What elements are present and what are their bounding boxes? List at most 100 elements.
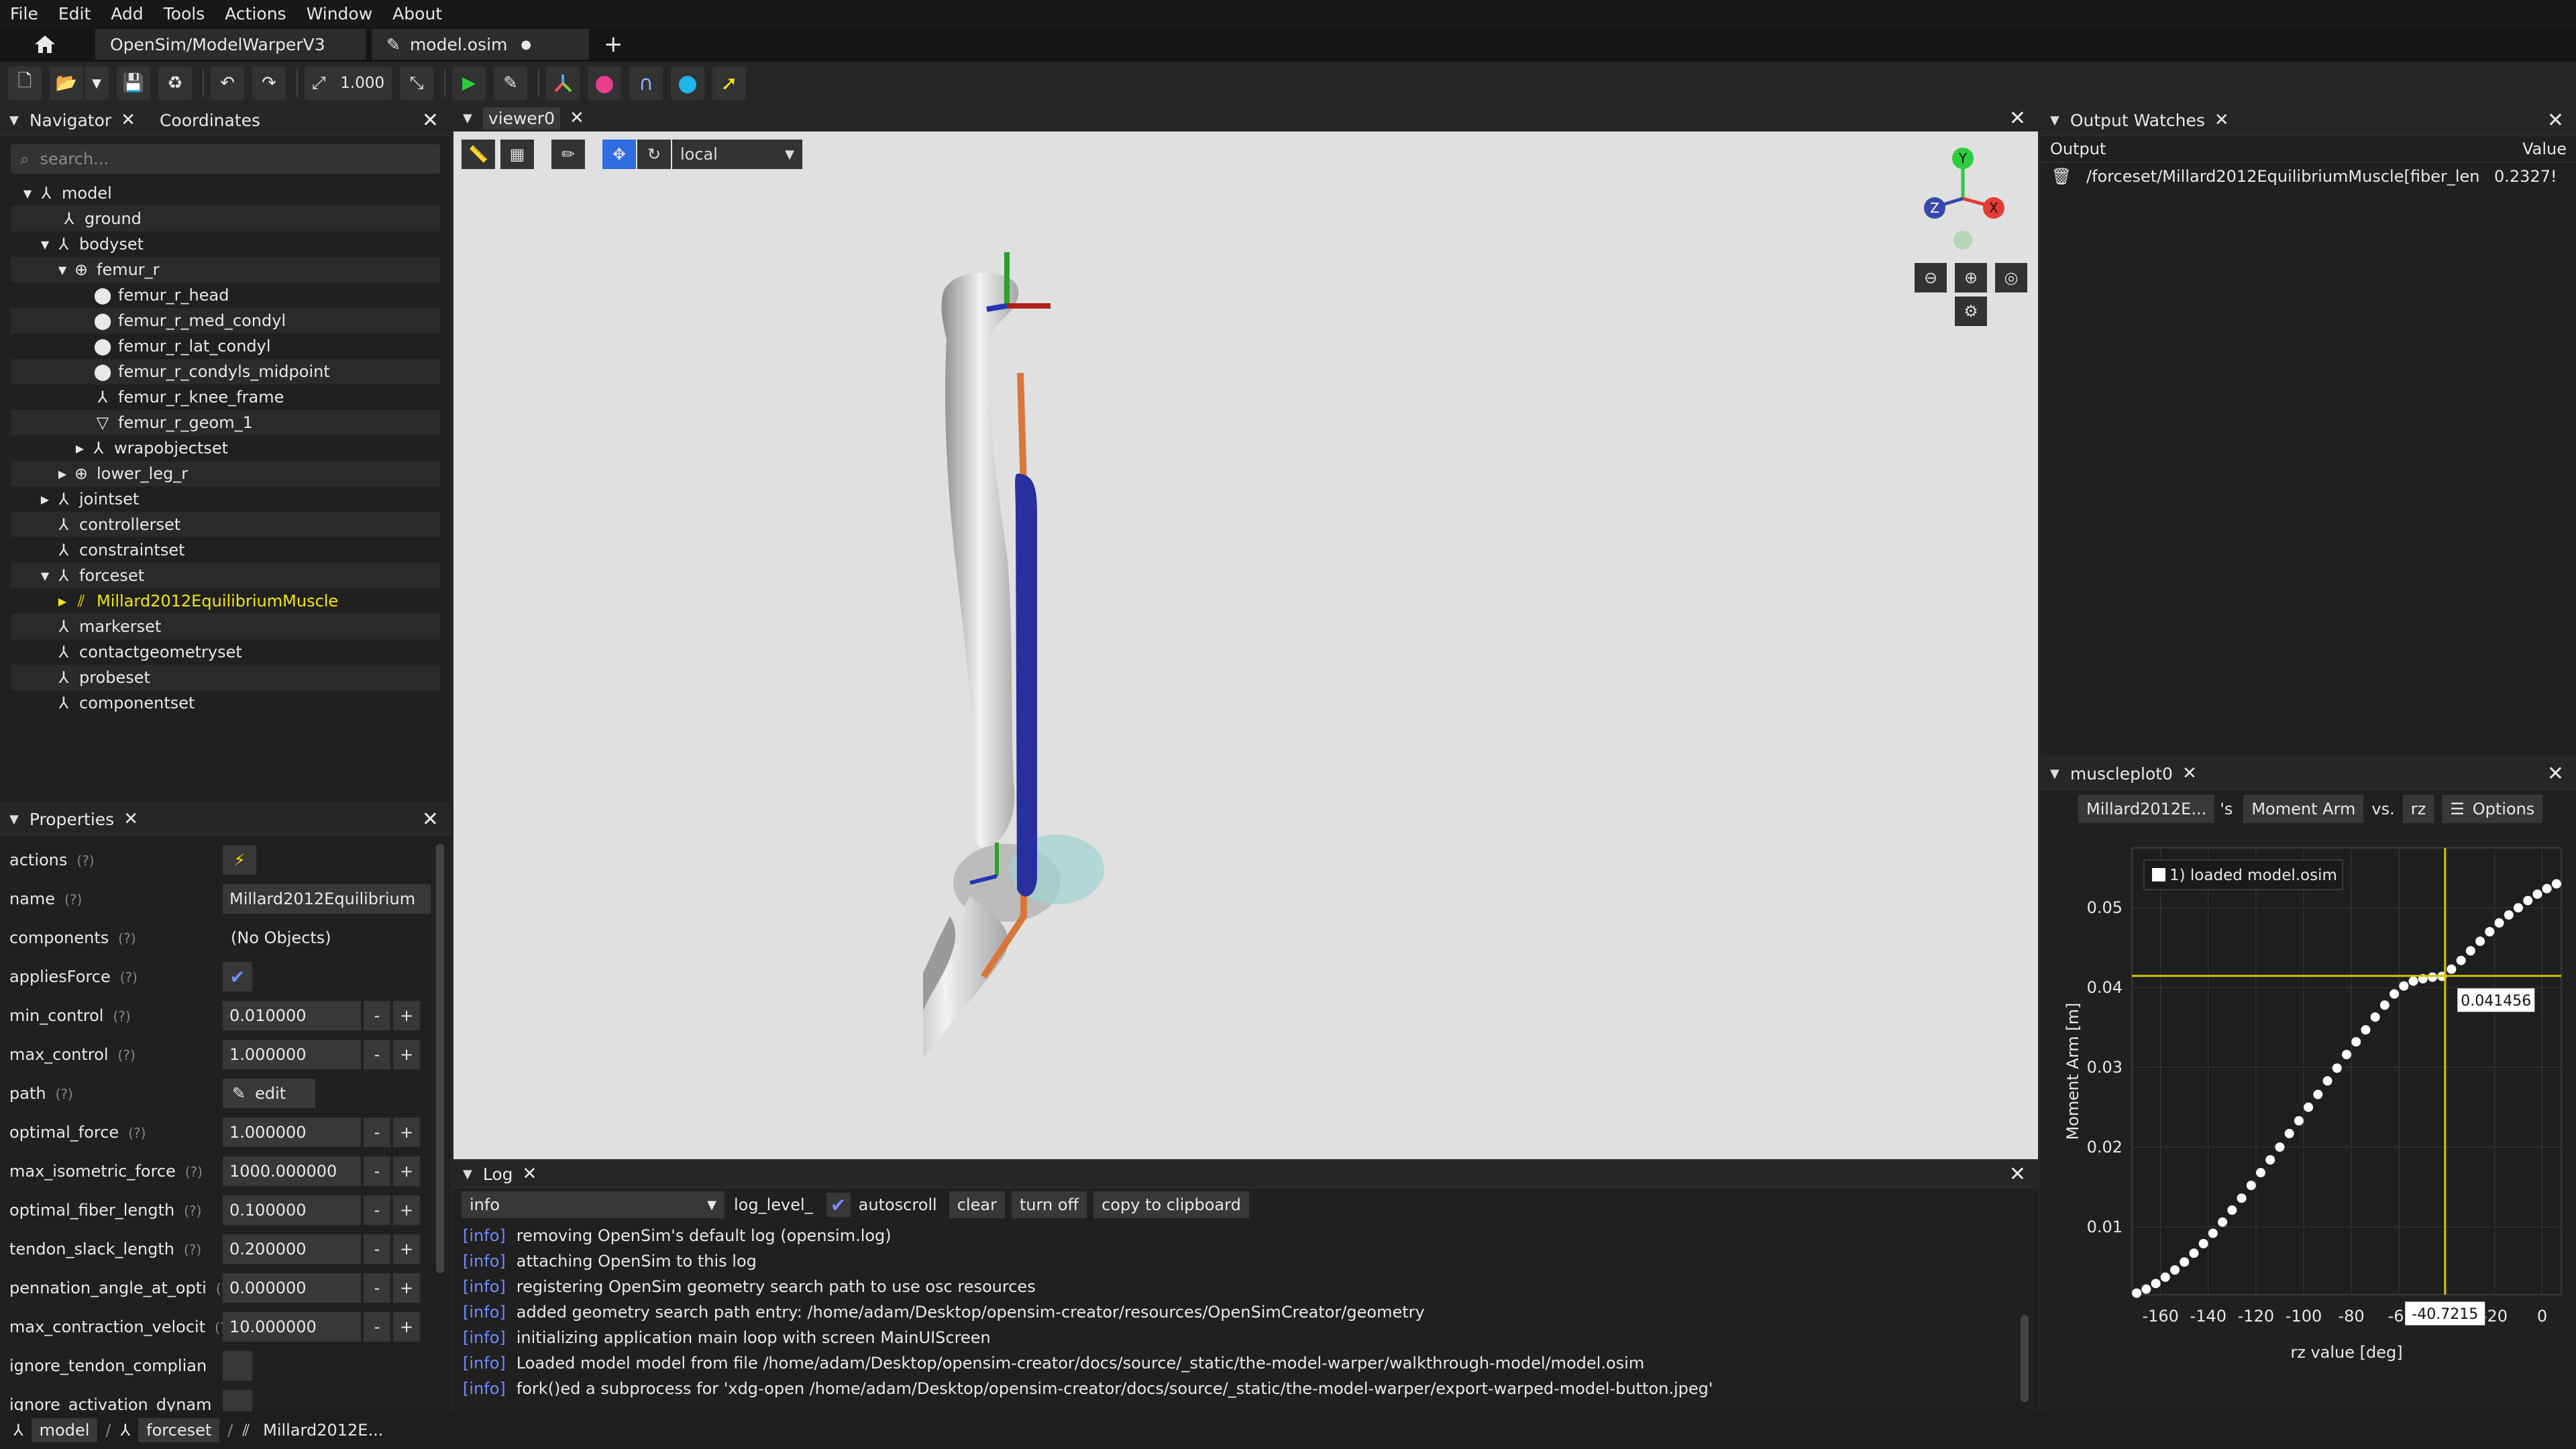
chevron-down-icon[interactable]: ▼ [38, 570, 52, 582]
menu-window[interactable]: Window [297, 4, 383, 23]
tree-item-markerset[interactable]: ⅄ markerset [11, 614, 440, 639]
chevron-down-icon[interactable]: ▼ [55, 264, 70, 276]
close-icon[interactable]: ✕ [2182, 763, 2197, 784]
increment-button[interactable]: + [393, 1040, 420, 1069]
navigator-search-input[interactable]: ⌕ search... [11, 144, 440, 174]
help-marker[interactable]: (?) [118, 930, 136, 947]
output-selector[interactable]: Moment Arm [2243, 795, 2364, 823]
show-wrap-button[interactable]: ∩ [629, 66, 663, 100]
max-contraction-velocity-input[interactable]: 10.000000 [223, 1312, 361, 1342]
help-marker[interactable]: (?) [120, 969, 138, 985]
chevron-right-icon[interactable]: ▶ [55, 468, 70, 480]
log-level-select[interactable]: info ▼ [462, 1191, 724, 1218]
home-tab[interactable] [0, 29, 90, 60]
rotate-gizmo-button[interactable]: ↻ [637, 140, 671, 169]
translate-gizmo-button[interactable]: ✥ [602, 140, 636, 169]
optimal-force-input[interactable]: 1.000000 [223, 1118, 361, 1147]
show-frames-button[interactable] [546, 66, 580, 100]
undo-button[interactable]: ↶ [211, 66, 244, 100]
close-panel-icon[interactable]: ✕ [2547, 109, 2564, 132]
breadcrumb-forceset[interactable]: forceset [138, 1418, 220, 1442]
breadcrumb-model[interactable]: model [31, 1418, 98, 1442]
chevron-right-icon[interactable]: ▶ [72, 442, 87, 455]
trash-icon[interactable]: 🗑 [2050, 167, 2073, 186]
save-button[interactable]: 💾 [117, 66, 150, 100]
copy-log-button[interactable]: copy to clipboard [1093, 1191, 1249, 1218]
chevron-right-icon[interactable]: ▶ [38, 493, 52, 506]
help-marker[interactable]: (?) [215, 1320, 223, 1336]
tab-coordinates[interactable]: Coordinates [160, 111, 260, 130]
close-icon[interactable]: ✕ [123, 809, 138, 829]
properties-scrollbar[interactable] [436, 844, 444, 1273]
decrement-button[interactable]: - [364, 1118, 390, 1147]
pennation-angle-input[interactable]: 0.000000 [223, 1273, 361, 1303]
redo-button[interactable]: ↷ [252, 66, 286, 100]
tree-item-millard-muscle[interactable]: ▶ ⫽ Millard2012EquilibriumMuscle [11, 588, 440, 614]
collapse-triangle-icon[interactable]: ▼ [2050, 113, 2059, 127]
help-marker[interactable]: (?) [128, 1125, 146, 1141]
tendon-slack-length-input[interactable]: 0.200000 [223, 1234, 361, 1264]
increment-button[interactable]: + [393, 1312, 420, 1342]
frame-mode-select[interactable]: local ▼ [672, 140, 802, 169]
close-icon[interactable]: ✕ [121, 110, 136, 130]
help-marker[interactable]: (?) [56, 1086, 73, 1102]
close-icon[interactable]: ✕ [2214, 110, 2229, 130]
decrement-button[interactable]: - [364, 1195, 390, 1225]
increment-button[interactable]: + [393, 1001, 420, 1030]
collapse-triangle-icon[interactable]: ▼ [2050, 767, 2059, 781]
edit-scene-button[interactable]: ✏ [551, 140, 585, 169]
tree-item-femur-r-head[interactable]: ⬤ femur_r_head [11, 282, 440, 308]
show-forces-button[interactable]: ➚ [712, 66, 746, 100]
increment-button[interactable]: + [393, 1195, 420, 1225]
help-marker[interactable]: (?) [113, 1008, 130, 1024]
close-panel-icon[interactable]: ✕ [2009, 1163, 2026, 1186]
autoscroll-checkbox[interactable]: ✔ [826, 1193, 851, 1217]
help-marker[interactable]: (?) [76, 853, 94, 869]
tree-item-wrapobjectset[interactable]: ▶ ⅄ wrapobjectset [11, 435, 440, 461]
tree-item-femur-r[interactable]: ▼ ⊕ femur_r [11, 257, 440, 282]
autoscale-button[interactable]: ⤡ [400, 66, 433, 100]
help-marker[interactable]: (?) [184, 1242, 201, 1258]
camera-settings-button[interactable]: ⚙ [1955, 297, 1987, 326]
tab-properties[interactable]: Properties [30, 810, 114, 829]
ignore-activation-dynamics-checkbox[interactable] [223, 1390, 252, 1411]
collapse-triangle-icon[interactable]: ▼ [9, 812, 19, 826]
zoom-in-button[interactable]: ⊕ [1955, 263, 1987, 292]
scale-factor-control[interactable]: ⤢ 1.000 [305, 66, 392, 100]
tab-modelwarper[interactable]: OpenSim/ModelWarperV3 [95, 29, 366, 60]
tab-model-osim[interactable]: ✎ model.osim ● [372, 29, 589, 60]
open-recent-dropdown[interactable]: ▼ [85, 66, 109, 100]
edit-path-button[interactable]: ✎ edit [223, 1079, 315, 1108]
actions-button[interactable]: ⚡ [223, 845, 256, 875]
close-panel-icon[interactable]: ✕ [2009, 107, 2026, 130]
tree-item-femur-r-geom-1[interactable]: ▽ femur_r_geom_1 [11, 410, 440, 435]
help-marker[interactable]: (?) [64, 892, 82, 908]
3d-viewport[interactable]: 📏 ▦ ✏ ✥ ↻ local ▼ Y X Z ⊖ ⊕ ◎ ⚙ [453, 131, 2038, 1159]
close-icon[interactable]: ✕ [570, 108, 584, 128]
tree-item-contactgeometryset[interactable]: ⅄ contactgeometryset [11, 639, 440, 665]
tree-item-ground[interactable]: ⅄ ground [11, 206, 440, 231]
tree-item-componentset[interactable]: ⅄ componentset [11, 690, 440, 716]
tree-item-femur-r-knee-frame[interactable]: ⅄ femur_r_knee_frame [11, 384, 440, 410]
menu-file[interactable]: File [0, 4, 48, 23]
log-scrollbar[interactable] [2021, 1315, 2029, 1402]
ignore-tendon-compliance-checkbox[interactable] [223, 1351, 252, 1381]
coordinate-selector[interactable]: rz [2402, 795, 2434, 823]
help-marker[interactable]: (?) [117, 1047, 135, 1063]
open-file-button[interactable]: 📂 [50, 66, 83, 100]
appliesforce-checkbox[interactable]: ✔ [223, 962, 252, 991]
tree-item-jointset[interactable]: ▶ ⅄ jointset [11, 486, 440, 512]
decrement-button[interactable]: - [364, 1001, 390, 1030]
max-isometric-force-input[interactable]: 1000.000000 [223, 1157, 361, 1186]
chevron-down-icon[interactable]: ▼ [20, 187, 35, 200]
edit-sim-params-button[interactable]: ✎ [494, 66, 527, 100]
close-panel-icon[interactable]: ✕ [2547, 762, 2564, 786]
help-marker[interactable]: (?) [185, 1164, 203, 1180]
decrement-button[interactable]: - [364, 1040, 390, 1069]
increment-button[interactable]: + [393, 1273, 420, 1303]
close-icon[interactable]: ✕ [523, 1164, 537, 1184]
decrement-button[interactable]: - [364, 1157, 390, 1186]
close-panel-icon[interactable]: ✕ [422, 109, 439, 132]
help-marker[interactable]: (?) [216, 1281, 223, 1297]
tree-item-forceset[interactable]: ▼ ⅄ forceset [11, 563, 440, 588]
